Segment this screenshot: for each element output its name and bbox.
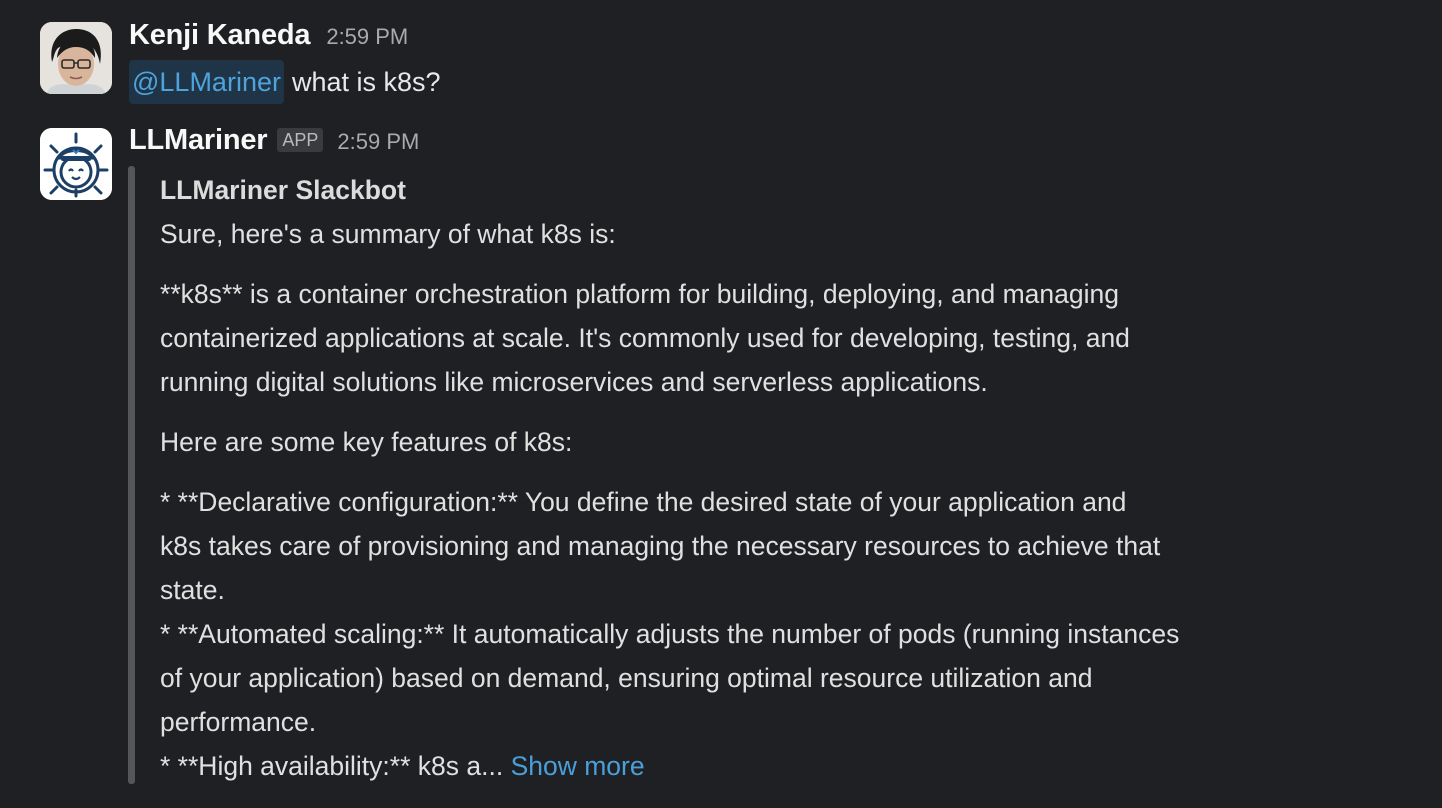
user-avatar-photo-icon (40, 22, 112, 94)
feature-line: performance. (160, 707, 317, 737)
paragraph-line: **k8s** is a container orchestration pla… (160, 279, 1119, 309)
timestamp[interactable]: 2:59 PM (326, 24, 408, 50)
user-mention[interactable]: @LLMariner (129, 60, 284, 104)
attachment-title: LLMariner Slackbot (160, 175, 406, 205)
message-header-kenji: Kenji Kaneda 2:59 PM (129, 19, 408, 52)
feature-line: state. (160, 575, 225, 605)
attachment-quote-bar (128, 166, 135, 784)
timestamp[interactable]: 2:59 PM (337, 129, 419, 155)
message-pane: Kenji Kaneda 2:59 PM @LLMariner what is … (0, 0, 1442, 808)
kenji-avatar[interactable] (40, 22, 112, 94)
features-heading: Here are some key features of k8s: (160, 427, 573, 457)
feature-line: * **Automated scaling:** It automaticall… (160, 619, 1180, 649)
sender-name[interactable]: Kenji Kaneda (129, 19, 311, 52)
attachment-block: LLMariner Slackbot Sure, here's a summar… (160, 168, 1320, 788)
feature-line: of your application) based on demand, en… (160, 663, 1093, 693)
paragraph-line: running digital solutions like microserv… (160, 367, 988, 397)
feature-line: k8s takes care of provisioning and manag… (160, 531, 1161, 561)
sender-name[interactable]: LLMariner (129, 124, 268, 157)
ship-wheel-sailor-bot-icon (40, 128, 112, 200)
feature-line-truncated: * **High availability:** k8s a... Show m… (160, 744, 1320, 788)
truncated-text: * **High availability:** k8s a... (160, 751, 504, 781)
attachment-intro: Sure, here's a summary of what k8s is: (160, 219, 616, 249)
message-body: what is k8s? (291, 66, 441, 97)
feature-line: * **Declarative configuration:** You def… (160, 487, 1127, 517)
message-text-kenji: @LLMariner what is k8s? (129, 60, 441, 104)
attachment-paragraph: **k8s** is a container orchestration pla… (160, 272, 1320, 404)
app-badge: APP (277, 128, 324, 152)
show-more-link[interactable]: Show more (511, 751, 645, 781)
message-header-llmariner: LLMariner APP 2:59 PM (129, 124, 419, 157)
feature-list: * **Declarative configuration:** You def… (160, 480, 1320, 788)
llmariner-avatar[interactable] (40, 128, 112, 200)
paragraph-line: containerized applications at scale. It'… (160, 323, 1130, 353)
